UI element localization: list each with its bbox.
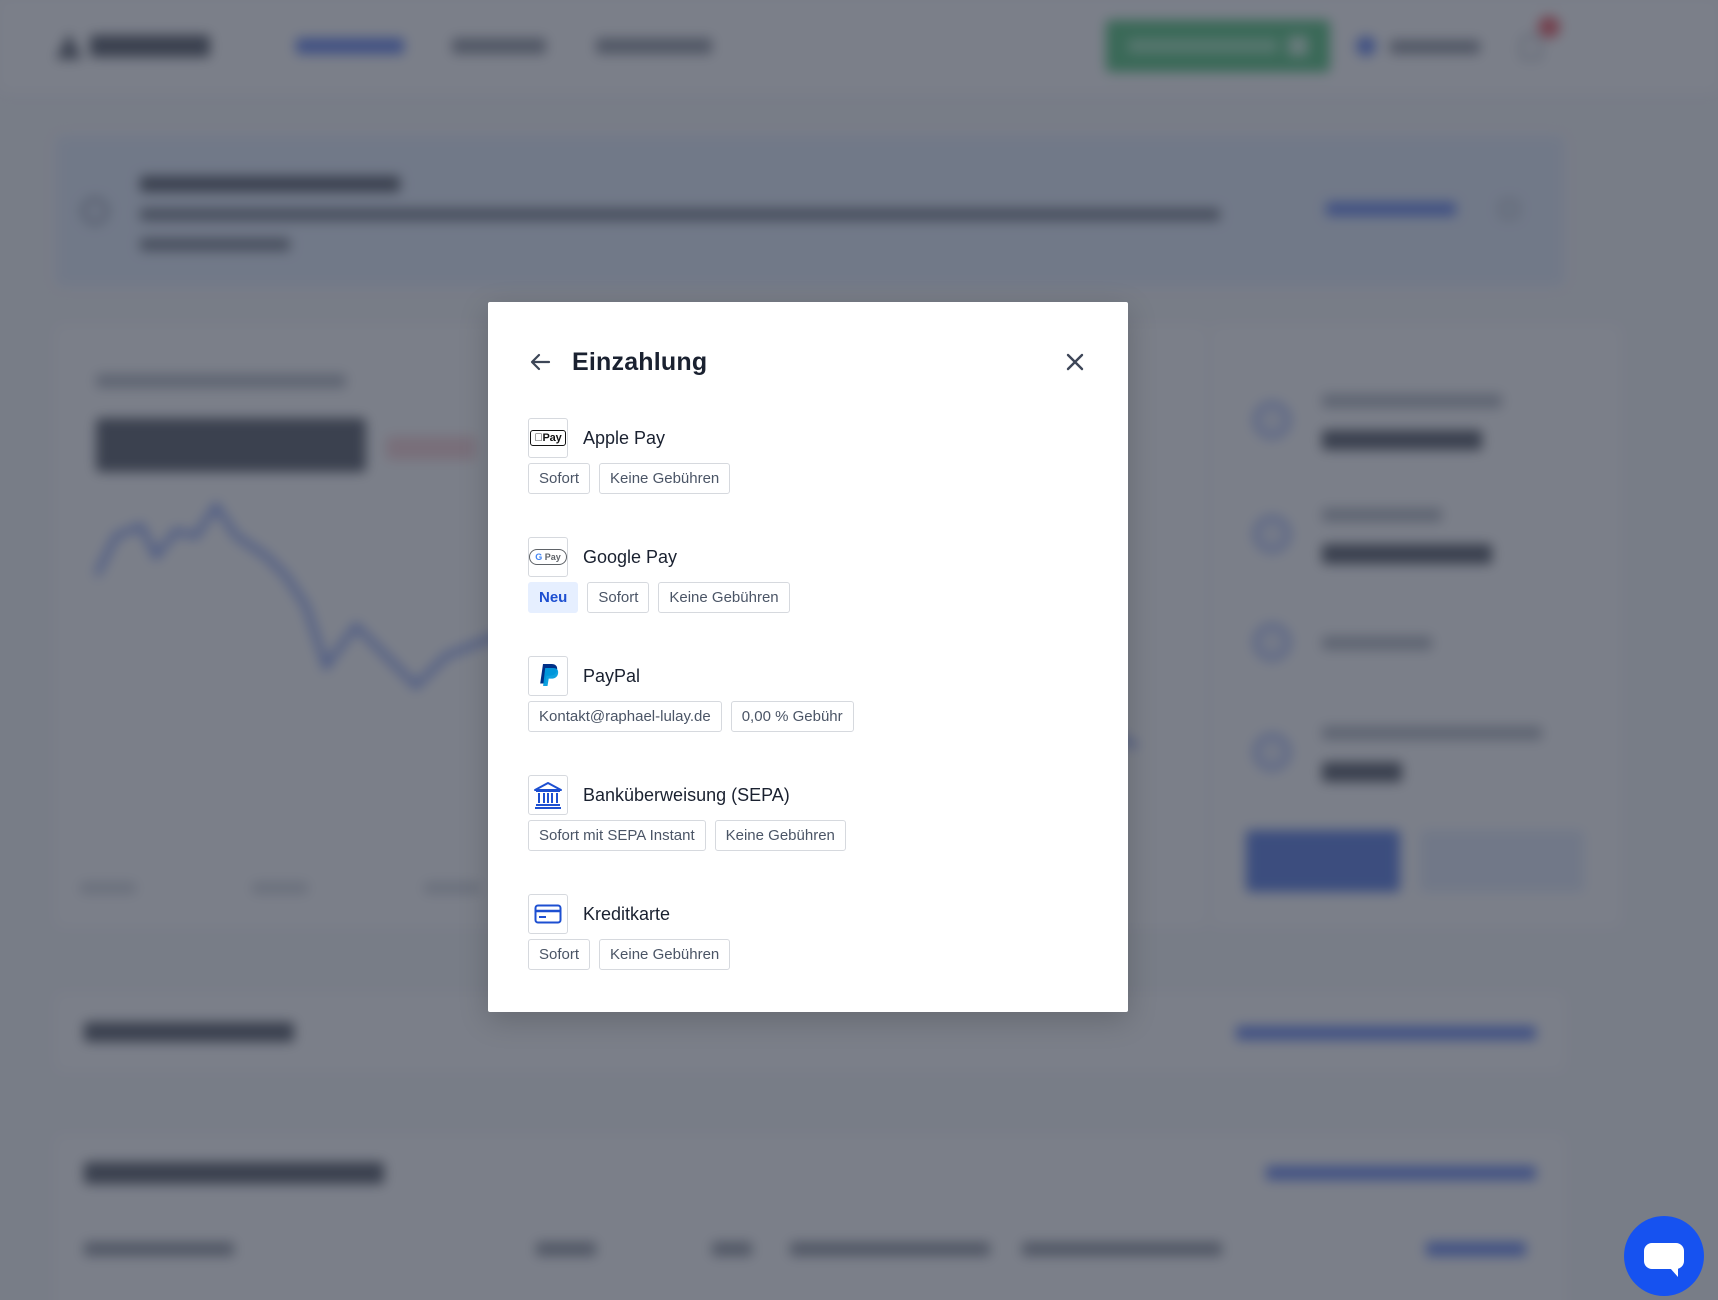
bank-glyph — [534, 782, 562, 809]
google-pay-icon: G Pay — [528, 537, 568, 577]
tag-account-email: Kontakt@raphael-lulay.de — [528, 701, 722, 732]
arrow-left-icon — [530, 353, 551, 371]
payment-method-google-pay[interactable]: G Pay Google Pay Neu Sofort Keine Gebühr… — [528, 537, 1088, 656]
tag-fees: Keine Gebühren — [658, 582, 790, 613]
payment-method-paypal[interactable]: PayPal Kontakt@raphael-lulay.de 0,00 % G… — [528, 656, 1088, 775]
payment-method-credit-card[interactable]: Kreditkarte Sofort Keine Gebühren — [528, 894, 1088, 1013]
tag-instant: Sofort mit SEPA Instant — [528, 820, 706, 851]
payment-method-tags: Sofort Keine Gebühren — [528, 463, 1088, 494]
back-button[interactable] — [528, 349, 554, 375]
chat-launcher-button[interactable] — [1624, 1216, 1704, 1296]
tag-fees: Keine Gebühren — [714, 820, 846, 851]
payment-method-list: Pay Apple Pay Sofort Keine Gebühren G P… — [528, 418, 1088, 1013]
tag-fees: Keine Gebühren — [599, 463, 731, 494]
chat-bubble-icon — [1644, 1243, 1684, 1277]
tag-instant: Sofort — [528, 463, 591, 494]
apple-pay-icon: Pay — [528, 418, 568, 458]
payment-method-name: Kreditkarte — [583, 903, 671, 924]
tag-fees: Keine Gebühren — [599, 939, 731, 970]
payment-method-tags: Sofort mit SEPA Instant Keine Gebühren — [528, 820, 1088, 851]
tag-instant: Sofort — [587, 582, 650, 613]
paypal-icon — [528, 656, 568, 696]
google-pay-logo-text: Pay — [544, 552, 561, 562]
credit-card-glyph — [534, 904, 562, 924]
credit-card-icon — [528, 894, 568, 934]
payment-method-name: Google Pay — [583, 546, 678, 567]
tag-fees: 0,00 % Gebühr — [730, 701, 854, 732]
tag-instant: Sofort — [528, 939, 591, 970]
paypal-logo-glyph — [540, 664, 559, 686]
modal-header: Einzahlung — [528, 342, 1088, 382]
payment-method-name: PayPal — [583, 665, 641, 686]
deposit-modal: Einzahlung Pay Apple Pay Sofort Keine G… — [488, 302, 1128, 1012]
payment-method-sepa[interactable]: Banküberweisung (SEPA) Sofort mit SEPA I… — [528, 775, 1088, 894]
payment-method-tags: Neu Sofort Keine Gebühren — [528, 582, 1088, 613]
payment-method-tags: Sofort Keine Gebühren — [528, 939, 1088, 970]
payment-method-tags: Kontakt@raphael-lulay.de 0,00 % Gebühr — [528, 701, 1088, 732]
close-button[interactable] — [1062, 349, 1088, 375]
payment-method-apple-pay[interactable]: Pay Apple Pay Sofort Keine Gebühren — [528, 418, 1088, 537]
close-icon — [1066, 353, 1084, 371]
apple-pay-logo-text: Pay — [538, 432, 562, 444]
tag-new-badge: Neu — [528, 582, 579, 613]
bank-icon — [528, 775, 568, 815]
payment-method-name: Banküberweisung (SEPA) — [583, 784, 790, 805]
payment-method-name: Apple Pay — [583, 427, 666, 448]
modal-title: Einzahlung — [572, 347, 708, 376]
google-pay-logo-g: G — [535, 552, 543, 562]
